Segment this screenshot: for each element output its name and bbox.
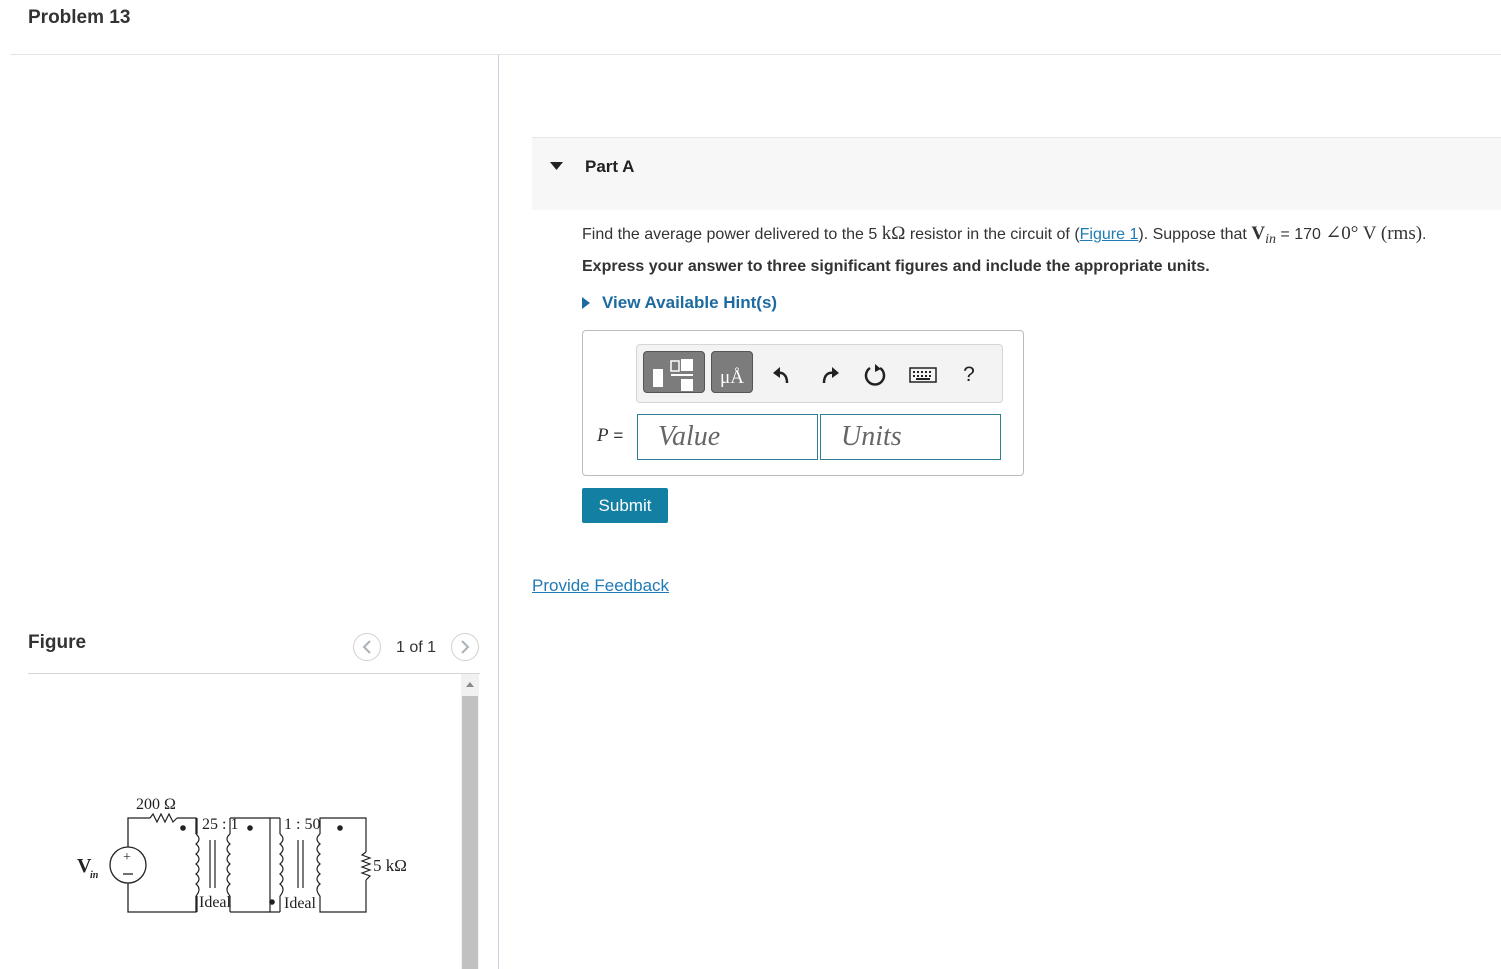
- value-input[interactable]: [637, 414, 818, 460]
- figure-divider: [28, 673, 480, 674]
- panel-divider: [498, 55, 499, 969]
- part-a-header[interactable]: [532, 137, 1501, 210]
- chevron-right-icon: [461, 640, 470, 654]
- chevron-left-icon: [362, 640, 371, 654]
- scroll-up-button[interactable]: [461, 674, 479, 694]
- units-button[interactable]: μÅ: [711, 351, 753, 393]
- templates-button[interactable]: [643, 351, 705, 393]
- scrollbar-thumb[interactable]: [462, 696, 478, 969]
- load-label: 5 kΩ: [373, 856, 407, 875]
- undo-button[interactable]: [769, 360, 795, 390]
- ratio-2-label: 1 : 50: [284, 816, 320, 833]
- load-resistor: [360, 851, 372, 881]
- part-title: Part A: [585, 157, 635, 176]
- resistor-200-label: 200 Ω: [136, 796, 176, 813]
- redo-button[interactable]: [817, 360, 843, 390]
- ideal-1-label: Ideal: [199, 894, 232, 911]
- caret-right-icon: [582, 297, 590, 309]
- ideal-2-label: Ideal: [284, 895, 317, 912]
- templates-icon: [653, 359, 693, 391]
- question-text: Find the average power delivered to the …: [582, 223, 1427, 248]
- help-button[interactable]: ?: [956, 360, 982, 390]
- figure-counter: 1 of 1: [396, 639, 437, 656]
- keyboard-button[interactable]: [908, 360, 938, 390]
- reset-icon: [864, 364, 886, 386]
- figure-next-button[interactable]: [451, 633, 479, 661]
- submit-button[interactable]: Submit: [582, 488, 668, 523]
- view-hints-toggle[interactable]: View Available Hint(s): [582, 293, 777, 313]
- redo-icon: [822, 367, 839, 384]
- figure-heading: Figure: [28, 632, 87, 653]
- resistor-200: [149, 812, 178, 824]
- units-input[interactable]: [820, 414, 1001, 460]
- circuit-diagram: V in + 200 Ω 25 : 1 Ideal 1 : 50 Ideal 5…: [77, 796, 407, 913]
- scroll-up-arrow-icon: [466, 682, 474, 687]
- caret-down-icon[interactable]: [550, 161, 563, 171]
- figure-prev-button[interactable]: [353, 633, 381, 661]
- reset-button[interactable]: [862, 360, 888, 390]
- instruction-text: Express your answer to three significant…: [582, 258, 1210, 275]
- svg-text:+: +: [123, 850, 131, 865]
- keyboard-icon: [909, 367, 937, 383]
- source-subscript: in: [90, 870, 99, 881]
- provide-feedback-link[interactable]: Provide Feedback: [532, 576, 669, 596]
- problem-title: Problem 13: [28, 7, 131, 28]
- answer-variable-label: P =: [597, 425, 624, 446]
- figure-link[interactable]: Figure 1: [1080, 226, 1139, 243]
- header-divider: [10, 54, 1501, 55]
- undo-icon: [773, 367, 789, 384]
